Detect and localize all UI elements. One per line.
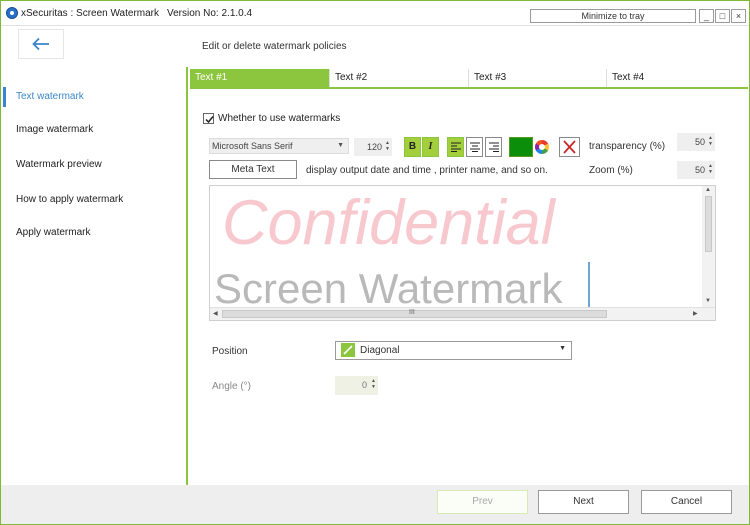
spin-arrows-icon: ▲ ▼ xyxy=(708,135,713,147)
preview-line-screen-watermark: Screen Watermark xyxy=(214,265,563,312)
position-select[interactable]: Diagonal ▼ xyxy=(335,341,572,360)
minimize-button[interactable]: _ xyxy=(699,9,714,23)
preview-line-confidential: Confidential xyxy=(222,188,555,258)
font-size-stepper[interactable]: 120 ▲ ▼ xyxy=(354,138,392,156)
zoom-label: Zoom (%) xyxy=(589,165,633,176)
use-watermark-checkbox[interactable] xyxy=(203,113,214,124)
footer-bar xyxy=(1,485,749,524)
checkmark-icon xyxy=(205,116,214,124)
meta-text-description: display output date and time , printer n… xyxy=(306,165,548,176)
horizontal-scrollbar[interactable]: ◀ III ▶ xyxy=(210,307,715,320)
align-left-icon xyxy=(450,142,461,152)
tab-text-4[interactable]: Text #4 xyxy=(606,69,748,87)
position-value: Diagonal xyxy=(360,345,400,356)
diagonal-icon xyxy=(341,343,355,357)
tab-text-2[interactable]: Text #2 xyxy=(329,69,469,87)
color-palette-icon[interactable] xyxy=(535,140,549,154)
position-label: Position xyxy=(212,346,248,357)
sidebar-item-image-watermark[interactable]: Image watermark xyxy=(1,118,186,142)
version-label: Version No: 2.1.0.4 xyxy=(167,8,253,19)
scroll-right-icon[interactable]: ▶ xyxy=(693,310,698,317)
scroll-up-icon[interactable]: ▲ xyxy=(705,187,711,193)
use-watermark-label: Whether to use watermarks xyxy=(218,113,341,124)
cancel-button[interactable]: Cancel xyxy=(641,490,732,514)
meta-text-button[interactable]: Meta Text xyxy=(209,160,297,179)
scroll-left-icon[interactable]: ◀ xyxy=(213,310,218,317)
italic-button[interactable]: I xyxy=(422,137,439,157)
title-divider xyxy=(1,25,749,26)
scroll-grip-icon: III xyxy=(409,309,415,316)
align-left-button[interactable] xyxy=(447,137,464,157)
angle-value: 0 xyxy=(361,380,367,390)
prev-button[interactable]: Prev xyxy=(437,490,528,514)
next-button[interactable]: Next xyxy=(538,490,629,514)
align-center-icon xyxy=(469,142,480,152)
sidebar-item-apply-watermark[interactable]: Apply watermark xyxy=(1,221,186,245)
scroll-down-icon[interactable]: ▼ xyxy=(705,298,711,304)
angle-stepper[interactable]: 0 ▲ ▼ xyxy=(335,376,378,395)
transparency-stepper[interactable]: 50 ▲ ▼ xyxy=(677,133,715,151)
angle-label: Angle (°) xyxy=(212,381,252,392)
text-tabs: Text #1 Text #2 Text #3 Text #4 xyxy=(190,69,748,89)
minimize-to-tray-button[interactable]: Minimize to tray xyxy=(530,9,696,23)
transparency-value: 50 xyxy=(694,137,705,147)
tab-text-1[interactable]: Text #1 xyxy=(190,69,330,87)
spin-arrows-icon: ▲ ▼ xyxy=(708,163,713,175)
align-right-button[interactable] xyxy=(485,137,502,157)
close-x-icon xyxy=(563,140,576,154)
spin-arrows-icon: ▲ ▼ xyxy=(385,140,390,152)
zoom-value: 50 xyxy=(694,165,705,175)
font-family-select[interactable]: Microsoft Sans Serif ▼ xyxy=(209,138,349,154)
close-button[interactable]: × xyxy=(731,9,746,23)
app-logo-icon xyxy=(6,7,18,19)
bold-button[interactable]: B xyxy=(404,137,421,157)
sidebar-item-text-watermark[interactable]: Text watermark xyxy=(1,85,186,109)
align-center-button[interactable] xyxy=(466,137,483,157)
sidebar-divider xyxy=(186,67,188,485)
font-family-value: Microsoft Sans Serif xyxy=(212,141,293,151)
window-title: xSecuritas : Screen Watermark xyxy=(21,8,160,19)
maximize-button[interactable]: □ xyxy=(715,9,730,23)
chevron-down-icon: ▼ xyxy=(337,142,344,149)
sidebar-item-how-to-apply[interactable]: How to apply watermark xyxy=(1,188,186,212)
back-button[interactable] xyxy=(18,29,64,59)
horizontal-scroll-thumb[interactable]: III xyxy=(222,309,607,318)
watermark-text-editor[interactable]: Confidential Screen Watermark ▲ ▼ ◀ III … xyxy=(209,185,716,321)
tab-text-3[interactable]: Text #3 xyxy=(468,69,607,87)
transparency-label: transparency (%) xyxy=(589,141,666,152)
chevron-down-icon: ▼ xyxy=(559,345,566,352)
arrow-left-icon xyxy=(32,37,49,51)
vertical-scroll-thumb[interactable] xyxy=(705,196,712,252)
align-right-icon xyxy=(488,142,499,152)
page-heading: Edit or delete watermark policies xyxy=(202,41,347,52)
zoom-stepper[interactable]: 50 ▲ ▼ xyxy=(677,161,715,179)
sidebar: Text watermark Image watermark Watermark… xyxy=(1,67,186,485)
font-size-value: 120 xyxy=(366,142,382,152)
vertical-scrollbar[interactable]: ▲ ▼ xyxy=(702,186,715,308)
text-color-swatch[interactable] xyxy=(509,137,533,157)
sidebar-item-watermark-preview[interactable]: Watermark preview xyxy=(1,153,186,177)
spin-arrows-icon: ▲ ▼ xyxy=(371,378,376,390)
clear-format-button[interactable] xyxy=(559,137,580,157)
text-cursor xyxy=(588,262,590,308)
